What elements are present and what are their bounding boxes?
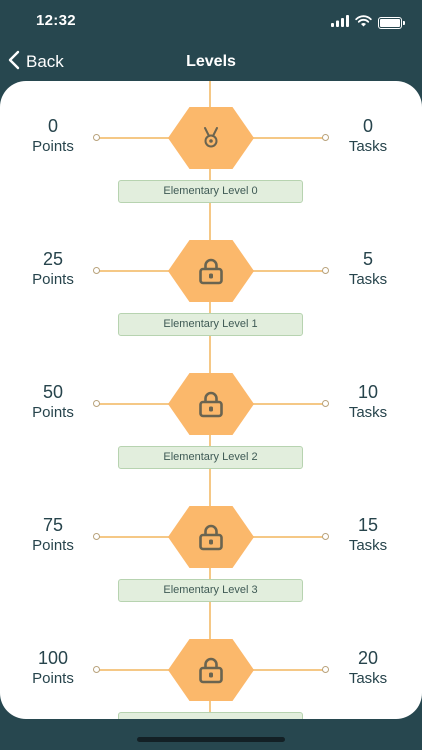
connector-dot [93, 400, 100, 407]
levels-list[interactable]: 0 Points 0 Tasks Elementary Level 0 25 P… [0, 81, 422, 719]
level-label: Elementary Level 1 [118, 313, 303, 336]
level-label: Elementary Level 3 [118, 579, 303, 602]
points-value: 75 [42, 515, 64, 535]
wifi-icon [355, 14, 372, 32]
points-unit: Points [32, 670, 74, 687]
connector-dot [93, 134, 100, 141]
tasks-value: 15 [357, 515, 379, 535]
tasks-value: 10 [357, 382, 379, 402]
tasks-stat: 0 Tasks [333, 115, 403, 157]
points-value: 100 [37, 648, 69, 668]
tasks-unit: Tasks [348, 271, 388, 288]
points-stat: 25 Points [18, 248, 88, 290]
connector-dot [322, 400, 329, 407]
points-value: 50 [42, 382, 64, 402]
level-label: Elementary Level 0 [118, 180, 303, 203]
points-stat: 75 Points [18, 514, 88, 556]
tasks-value: 20 [357, 648, 379, 668]
connector-dot [322, 533, 329, 540]
tasks-stat: 5 Tasks [333, 248, 403, 290]
level-badge[interactable] [168, 373, 254, 435]
level-badge[interactable] [168, 506, 254, 568]
cellular-signal-icon [331, 14, 349, 32]
points-unit: Points [32, 537, 74, 554]
points-value: 25 [42, 249, 64, 269]
points-unit: Points [32, 404, 74, 421]
tasks-stat: 20 Tasks [333, 647, 403, 689]
level-badge[interactable] [168, 107, 254, 169]
connector-dot [93, 267, 100, 274]
medal-icon [201, 127, 221, 149]
level-item-1[interactable]: 25 Points 5 Tasks Elementary Level 1 [0, 214, 422, 347]
lock-icon [197, 390, 225, 418]
points-unit: Points [32, 138, 74, 155]
tasks-stat: 10 Tasks [333, 381, 403, 423]
level-badge[interactable] [168, 240, 254, 302]
status-icons [331, 14, 405, 32]
level-item-2[interactable]: 50 Points 10 Tasks Elementary Level 2 [0, 347, 422, 480]
level-label [118, 712, 303, 719]
status-time: 12:32 [36, 12, 76, 29]
connector-dot [93, 666, 100, 673]
tasks-unit: Tasks [348, 670, 388, 687]
page-title: Levels [186, 53, 236, 70]
tasks-unit: Tasks [348, 537, 388, 554]
connector-dot [93, 533, 100, 540]
points-stat: 50 Points [18, 381, 88, 423]
tasks-value: 0 [362, 116, 373, 136]
status-bar: 12:32 [0, 0, 422, 44]
lock-icon [197, 523, 225, 551]
connector-dot [322, 134, 329, 141]
nav-bar: Back Levels [0, 44, 422, 80]
level-label: Elementary Level 2 [118, 446, 303, 469]
level-badge[interactable] [168, 639, 254, 701]
points-stat: 100 Points [18, 647, 88, 689]
battery-icon [378, 17, 405, 29]
points-unit: Points [32, 271, 74, 288]
home-indicator [137, 737, 285, 742]
level-item-0[interactable]: 0 Points 0 Tasks Elementary Level 0 [0, 81, 422, 214]
tasks-value: 5 [362, 249, 373, 269]
tasks-unit: Tasks [348, 138, 388, 155]
tasks-stat: 15 Tasks [333, 514, 403, 556]
points-value: 0 [47, 116, 58, 136]
lock-icon [197, 656, 225, 684]
points-stat: 0 Points [18, 115, 88, 157]
connector-dot [322, 267, 329, 274]
lock-icon [197, 257, 225, 285]
connector-dot [322, 666, 329, 673]
tasks-unit: Tasks [348, 404, 388, 421]
level-item-4[interactable]: 100 Points 20 Tasks [0, 613, 422, 719]
level-item-3[interactable]: 75 Points 15 Tasks Elementary Level 3 [0, 480, 422, 613]
